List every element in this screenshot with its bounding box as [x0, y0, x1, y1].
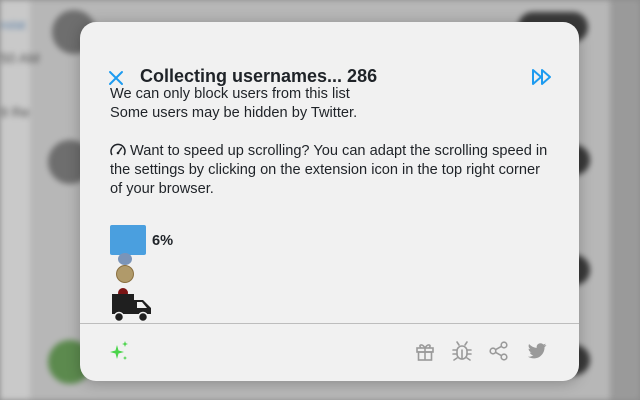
gauge-icon [110, 143, 126, 157]
share-icon[interactable] [488, 340, 510, 362]
background-right-column [610, 0, 640, 400]
background-snippet: 50 AM [0, 50, 40, 66]
info-line: Some users may be hidden by Twitter. [110, 105, 358, 121]
twitter-icon[interactable] [526, 340, 548, 362]
bug-icon[interactable] [451, 340, 473, 362]
progress-label: 6% [152, 233, 174, 249]
speed-tip: Want to speed up scrolling? You can adap… [110, 142, 550, 199]
background-snippet: nslat [0, 18, 26, 32]
user-avatar [118, 253, 132, 265]
modal-title: Collecting usernames... 286 [140, 66, 378, 86]
fast-forward-icon[interactable] [531, 67, 553, 87]
user-avatar [116, 265, 134, 283]
info-text: We can only block users from this list S… [110, 85, 550, 199]
speed-tip-text: Want to speed up scrolling? You can adap… [110, 143, 548, 197]
truck-icon [111, 286, 153, 324]
progress-bar [110, 225, 146, 255]
background-snippet: 9 Re [0, 104, 30, 120]
sparkles-icon[interactable] [108, 340, 130, 362]
collecting-modal: Collecting usernames... 286 We can only … [80, 22, 579, 381]
footer-divider [80, 323, 579, 324]
info-line: We can only block users from this list [110, 86, 350, 102]
gift-icon[interactable] [414, 340, 436, 362]
